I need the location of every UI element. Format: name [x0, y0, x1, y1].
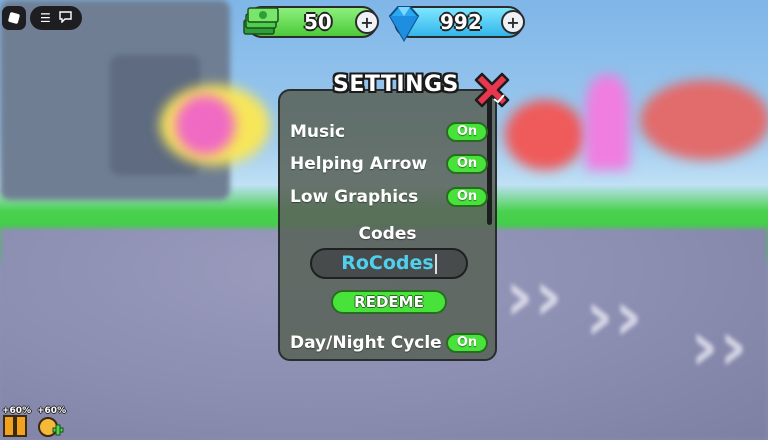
red-tree-2 — [640, 80, 768, 160]
cash-stack-icon — [243, 7, 279, 35]
low-graphics-label: Low Graphics — [290, 187, 419, 207]
code-input[interactable]: RoCodes — [310, 248, 468, 279]
settings-scrollbar[interactable] — [487, 93, 492, 225]
low-graphics-toggle[interactable]: On — [446, 187, 488, 207]
floor-arrow-icon: ›› — [690, 305, 748, 387]
day-night-cycle-label: Day/Night Cycle — [290, 333, 442, 353]
text-caret — [434, 253, 437, 274]
hamburger-icon[interactable]: ☰ — [40, 11, 51, 25]
code-input-text: RoCodes — [341, 252, 434, 274]
red-tree — [505, 100, 585, 170]
floor-arrow-icon: ›› — [585, 275, 643, 357]
roblox-logo-button[interactable] — [2, 6, 26, 30]
redeem-button[interactable]: REDEME — [331, 290, 447, 314]
friend-booster-icon[interactable] — [36, 408, 64, 438]
gems-value: 992 — [440, 10, 482, 34]
diamond-icon — [388, 6, 420, 42]
codes-label: Codes — [358, 224, 417, 244]
chat-icon[interactable] — [59, 10, 72, 26]
settings-title: SETTINGS — [333, 72, 459, 97]
doors-booster-icon[interactable] — [1, 408, 29, 438]
day-night-cycle-toggle[interactable]: On — [446, 333, 488, 353]
roblox-menu-bar: ☰ — [30, 6, 82, 30]
helping-arrow-label: Helping Arrow — [290, 154, 428, 174]
floor-arrow-icon: ›› — [505, 255, 563, 337]
close-icon[interactable] — [470, 68, 514, 112]
pink-cone-tree — [585, 75, 630, 170]
helping-arrow-toggle[interactable]: On — [446, 154, 488, 174]
settings-panel: Music On Helping Arrow On Low Graphics O… — [278, 89, 497, 361]
gems-counter: 992 + — [388, 6, 525, 42]
buy-gems-button[interactable]: + — [501, 10, 525, 34]
roblox-logo-icon — [7, 11, 21, 25]
money-value: 50 — [304, 10, 332, 34]
music-label: Music — [290, 122, 346, 142]
pink-tree — [175, 95, 235, 155]
music-toggle[interactable]: On — [446, 122, 488, 142]
buy-money-button[interactable]: + — [355, 10, 379, 34]
money-counter: 50 + — [243, 6, 379, 38]
